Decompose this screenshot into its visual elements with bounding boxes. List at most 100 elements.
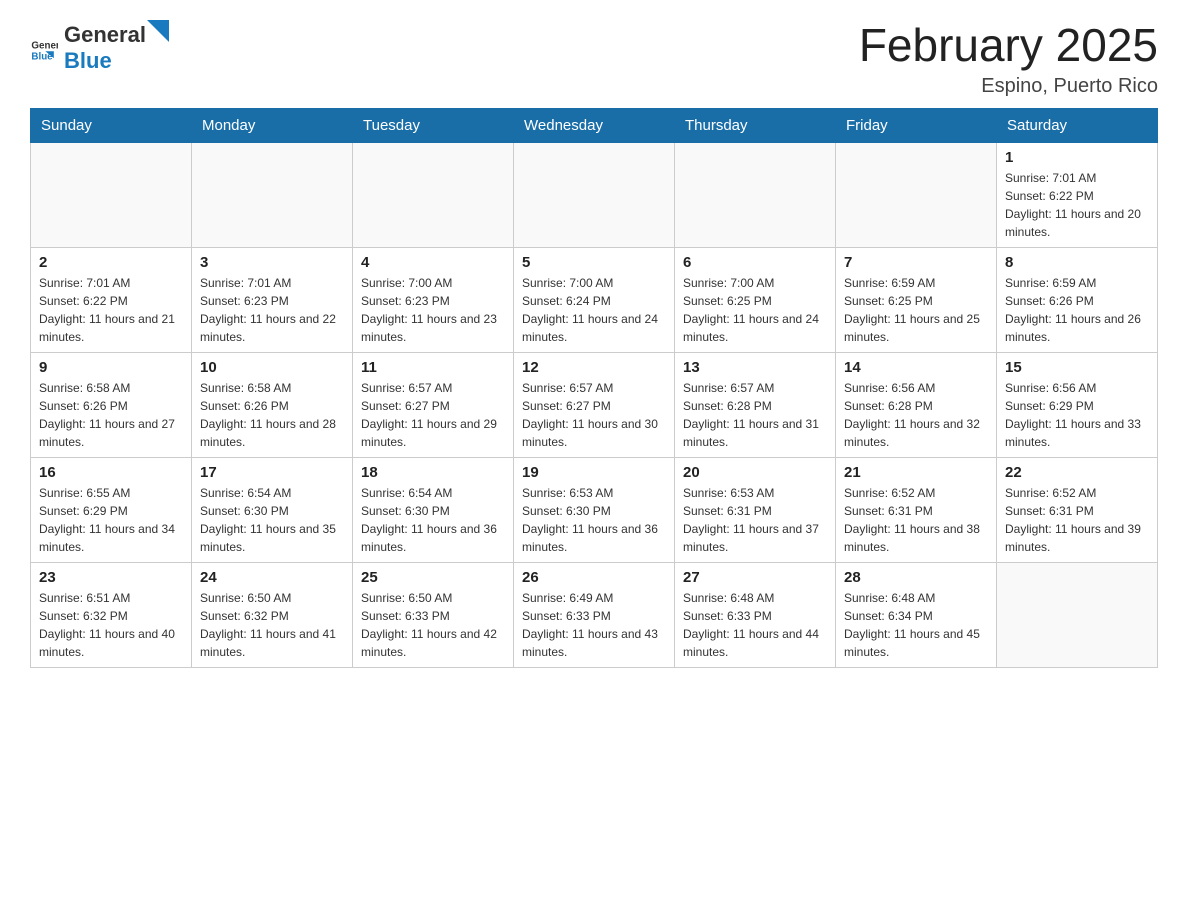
day-number: 4 [361,254,505,271]
col-saturday: Saturday [997,108,1158,142]
day-number: 26 [522,569,666,586]
logo-icon: General Blue [30,33,58,61]
calendar-week-row: 23 Sunrise: 6:51 AMSunset: 6:32 PMDayligh… [31,562,1158,667]
calendar-cell: 5 Sunrise: 7:00 AMSunset: 6:24 PMDaylight… [514,247,675,352]
day-number: 25 [361,569,505,586]
calendar-cell: 26 Sunrise: 6:49 AMSunset: 6:33 PMDayligh… [514,562,675,667]
logo-triangle-icon [147,20,169,42]
day-info: Sunrise: 6:58 AMSunset: 6:26 PMDaylight:… [200,379,344,451]
svg-text:Blue: Blue [31,52,53,61]
calendar-cell [514,142,675,247]
col-friday: Friday [836,108,997,142]
day-info: Sunrise: 6:50 AMSunset: 6:32 PMDaylight:… [200,589,344,661]
day-number: 7 [844,254,988,271]
calendar-body: 1Sunrise: 7:01 AMSunset: 6:22 PMDaylight… [31,142,1158,667]
calendar-cell: 11Sunrise: 6:57 AMSunset: 6:27 PMDayligh… [353,352,514,457]
day-number: 16 [39,464,183,481]
day-info: Sunrise: 6:54 AMSunset: 6:30 PMDaylight:… [361,484,505,556]
logo-general-text: General [64,22,146,48]
col-tuesday: Tuesday [353,108,514,142]
title-block: February 2025 Espino, Puerto Rico [859,20,1158,98]
day-info: Sunrise: 7:00 AMSunset: 6:25 PMDaylight:… [683,274,827,346]
day-info: Sunrise: 6:53 AMSunset: 6:31 PMDaylight:… [683,484,827,556]
day-info: Sunrise: 6:55 AMSunset: 6:29 PMDaylight:… [39,484,183,556]
calendar-cell: 16 Sunrise: 6:55 AMSunset: 6:29 PMDayligh… [31,457,192,562]
calendar-cell: 13Sunrise: 6:57 AMSunset: 6:28 PMDayligh… [675,352,836,457]
day-info: Sunrise: 6:48 AMSunset: 6:34 PMDaylight:… [844,589,988,661]
calendar-cell: 23 Sunrise: 6:51 AMSunset: 6:32 PMDayligh… [31,562,192,667]
day-info: Sunrise: 7:01 AMSunset: 6:22 PMDaylight:… [1005,169,1149,241]
col-monday: Monday [192,108,353,142]
calendar-cell: 27 Sunrise: 6:48 AMSunset: 6:33 PMDayligh… [675,562,836,667]
logo-blue-text: Blue [64,48,112,73]
day-number: 23 [39,569,183,586]
day-number: 22 [1005,464,1149,481]
day-info: Sunrise: 6:56 AMSunset: 6:28 PMDaylight:… [844,379,988,451]
col-wednesday: Wednesday [514,108,675,142]
calendar-cell: 10 Sunrise: 6:58 AMSunset: 6:26 PMDayligh… [192,352,353,457]
col-thursday: Thursday [675,108,836,142]
calendar-cell [353,142,514,247]
calendar-cell [192,142,353,247]
calendar-week-row: 2 Sunrise: 7:01 AMSunset: 6:22 PMDaylight… [31,247,1158,352]
calendar-cell: 21 Sunrise: 6:52 AMSunset: 6:31 PMDayligh… [836,457,997,562]
calendar-cell: 25 Sunrise: 6:50 AMSunset: 6:33 PMDayligh… [353,562,514,667]
calendar-cell: 2 Sunrise: 7:01 AMSunset: 6:22 PMDaylight… [31,247,192,352]
day-number: 24 [200,569,344,586]
day-number: 8 [1005,254,1149,271]
day-number: 14 [844,359,988,376]
calendar-cell: 17Sunrise: 6:54 AMSunset: 6:30 PMDayligh… [192,457,353,562]
svg-text:General: General [31,40,58,51]
day-info: Sunrise: 6:51 AMSunset: 6:32 PMDaylight:… [39,589,183,661]
day-number: 10 [200,359,344,376]
day-info: Sunrise: 6:49 AMSunset: 6:33 PMDaylight:… [522,589,666,661]
calendar-week-row: 1Sunrise: 7:01 AMSunset: 6:22 PMDaylight… [31,142,1158,247]
day-number: 17 [200,464,344,481]
calendar-cell [675,142,836,247]
day-number: 15 [1005,359,1149,376]
day-number: 28 [844,569,988,586]
calendar-cell: 20Sunrise: 6:53 AMSunset: 6:31 PMDayligh… [675,457,836,562]
calendar-cell: 22 Sunrise: 6:52 AMSunset: 6:31 PMDayligh… [997,457,1158,562]
calendar-week-row: 16 Sunrise: 6:55 AMSunset: 6:29 PMDayligh… [31,457,1158,562]
day-info: Sunrise: 7:00 AMSunset: 6:24 PMDaylight:… [522,274,666,346]
day-number: 2 [39,254,183,271]
day-info: Sunrise: 6:59 AMSunset: 6:26 PMDaylight:… [1005,274,1149,346]
calendar-cell: 3Sunrise: 7:01 AMSunset: 6:23 PMDaylight… [192,247,353,352]
day-info: Sunrise: 7:01 AMSunset: 6:23 PMDaylight:… [200,274,344,346]
calendar-cell: 1Sunrise: 7:01 AMSunset: 6:22 PMDaylight… [997,142,1158,247]
col-sunday: Sunday [31,108,192,142]
day-info: Sunrise: 7:00 AMSunset: 6:23 PMDaylight:… [361,274,505,346]
day-info: Sunrise: 6:57 AMSunset: 6:28 PMDaylight:… [683,379,827,451]
day-number: 12 [522,359,666,376]
day-number: 9 [39,359,183,376]
day-info: Sunrise: 6:52 AMSunset: 6:31 PMDaylight:… [844,484,988,556]
day-number: 5 [522,254,666,271]
day-info: Sunrise: 6:48 AMSunset: 6:33 PMDaylight:… [683,589,827,661]
day-number: 27 [683,569,827,586]
day-info: Sunrise: 7:01 AMSunset: 6:22 PMDaylight:… [39,274,183,346]
calendar-cell: 19Sunrise: 6:53 AMSunset: 6:30 PMDayligh… [514,457,675,562]
calendar-cell: 24 Sunrise: 6:50 AMSunset: 6:32 PMDayligh… [192,562,353,667]
header-row: Sunday Monday Tuesday Wednesday Thursday… [31,108,1158,142]
calendar-cell [997,562,1158,667]
calendar-cell: 8 Sunrise: 6:59 AMSunset: 6:26 PMDaylight… [997,247,1158,352]
calendar-week-row: 9 Sunrise: 6:58 AMSunset: 6:26 PMDaylight… [31,352,1158,457]
calendar-subtitle: Espino, Puerto Rico [859,75,1158,98]
calendar-cell: 14 Sunrise: 6:56 AMSunset: 6:28 PMDayligh… [836,352,997,457]
day-number: 21 [844,464,988,481]
page-header: General Blue General Blue February 2025 … [30,20,1158,98]
calendar-cell: 6Sunrise: 7:00 AMSunset: 6:25 PMDaylight… [675,247,836,352]
calendar-cell: 12Sunrise: 6:57 AMSunset: 6:27 PMDayligh… [514,352,675,457]
day-info: Sunrise: 6:52 AMSunset: 6:31 PMDaylight:… [1005,484,1149,556]
calendar-cell: 7 Sunrise: 6:59 AMSunset: 6:25 PMDaylight… [836,247,997,352]
calendar-cell [31,142,192,247]
day-info: Sunrise: 6:53 AMSunset: 6:30 PMDaylight:… [522,484,666,556]
day-info: Sunrise: 6:57 AMSunset: 6:27 PMDaylight:… [361,379,505,451]
calendar-table: Sunday Monday Tuesday Wednesday Thursday… [30,108,1158,668]
day-info: Sunrise: 6:59 AMSunset: 6:25 PMDaylight:… [844,274,988,346]
calendar-cell: 28 Sunrise: 6:48 AMSunset: 6:34 PMDayligh… [836,562,997,667]
day-info: Sunrise: 6:50 AMSunset: 6:33 PMDaylight:… [361,589,505,661]
day-info: Sunrise: 6:56 AMSunset: 6:29 PMDaylight:… [1005,379,1149,451]
day-info: Sunrise: 6:58 AMSunset: 6:26 PMDaylight:… [39,379,183,451]
